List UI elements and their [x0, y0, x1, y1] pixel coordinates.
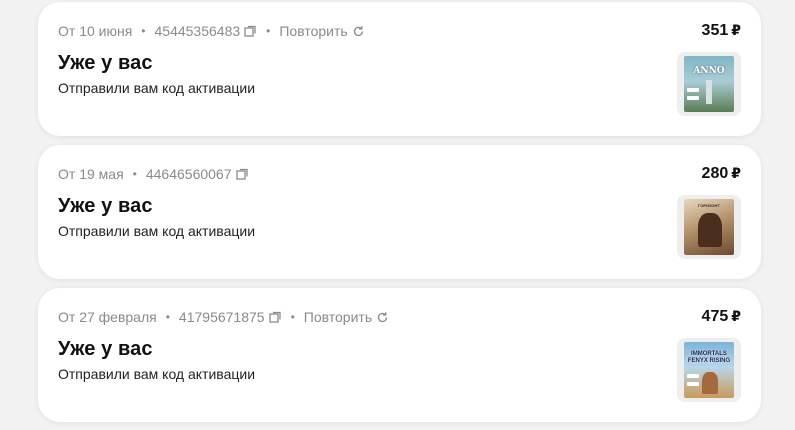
- refresh-icon: [352, 25, 365, 38]
- copy-icon[interactable]: [235, 168, 249, 181]
- product-thumbnail[interactable]: ANNO: [677, 52, 741, 116]
- cover-art-shape: [706, 80, 712, 104]
- game-cover-image: ГОРИЗОНТ: [684, 199, 734, 255]
- order-card[interactable]: От 19 мая • 44646560067 Уже у вас Отправ…: [38, 145, 761, 279]
- order-number: 45445356483: [154, 23, 241, 39]
- cover-title: IMMORTALS FENYX RISING: [687, 351, 731, 364]
- separator-dot: •: [290, 310, 295, 324]
- order-status-description: Отправили вам код активации: [58, 366, 256, 382]
- order-status-title: Уже у вас: [58, 195, 153, 217]
- order-price: 280 ₽: [702, 165, 741, 183]
- order-card[interactable]: От 27 февраля • 41795671875 • Повторить …: [38, 288, 761, 422]
- order-meta: От 19 мая • 44646560067: [58, 166, 249, 182]
- repeat-order-button[interactable]: Повторить: [279, 23, 364, 39]
- cover-title: ГОРИЗОНТ: [698, 203, 720, 208]
- currency-symbol: ₽: [731, 165, 741, 181]
- order-number: 41795671875: [178, 309, 265, 325]
- separator-dot: •: [165, 310, 170, 324]
- platform-badge: [687, 88, 699, 92]
- order-price: 475 ₽: [702, 308, 741, 326]
- price-value: 351: [701, 22, 729, 39]
- order-status-title: Уже у вас: [58, 52, 153, 74]
- cover-art-shape: [698, 213, 722, 247]
- repeat-order-button[interactable]: Повторить: [304, 309, 389, 325]
- repeat-label: Повторить: [303, 309, 373, 325]
- copy-icon[interactable]: [244, 25, 257, 38]
- separator-dot: •: [141, 24, 146, 38]
- order-status-description: Отправили вам код активации: [58, 80, 256, 96]
- order-status-title: Уже у вас: [58, 338, 153, 360]
- price-value: 280: [701, 165, 729, 182]
- order-status-description: Отправили вам код активации: [58, 223, 256, 239]
- order-date: От 19 мая: [58, 166, 124, 182]
- currency-symbol: ₽: [731, 308, 741, 324]
- currency-symbol: ₽: [731, 22, 741, 38]
- platform-badge: [687, 374, 699, 378]
- order-meta: От 10 июня • 45445356483 • Повторить: [58, 23, 365, 39]
- game-cover-image: ANNO: [684, 56, 734, 112]
- order-card[interactable]: От 10 июня • 45445356483 • Повторить Уже…: [38, 2, 761, 136]
- cover-art-shape: [702, 372, 718, 394]
- order-date: От 27 февраля: [58, 309, 157, 325]
- cover-title: ANNO: [693, 66, 725, 76]
- refresh-icon: [376, 311, 389, 324]
- game-cover-image: IMMORTALS FENYX RISING: [684, 342, 734, 398]
- separator-dot: •: [266, 24, 271, 38]
- order-date: От 10 июня: [58, 23, 133, 39]
- order-number: 44646560067: [145, 166, 232, 182]
- repeat-label: Повторить: [279, 23, 348, 39]
- separator-dot: •: [132, 167, 137, 181]
- platform-badge: [687, 382, 699, 386]
- order-price: 351 ₽: [702, 22, 741, 40]
- price-value: 475: [701, 308, 729, 325]
- copy-icon[interactable]: [268, 311, 282, 324]
- platform-badge: [687, 96, 699, 100]
- product-thumbnail[interactable]: IMMORTALS FENYX RISING: [677, 338, 741, 402]
- order-meta: От 27 февраля • 41795671875 • Повторить: [58, 309, 389, 325]
- product-thumbnail[interactable]: ГОРИЗОНТ: [677, 195, 741, 259]
